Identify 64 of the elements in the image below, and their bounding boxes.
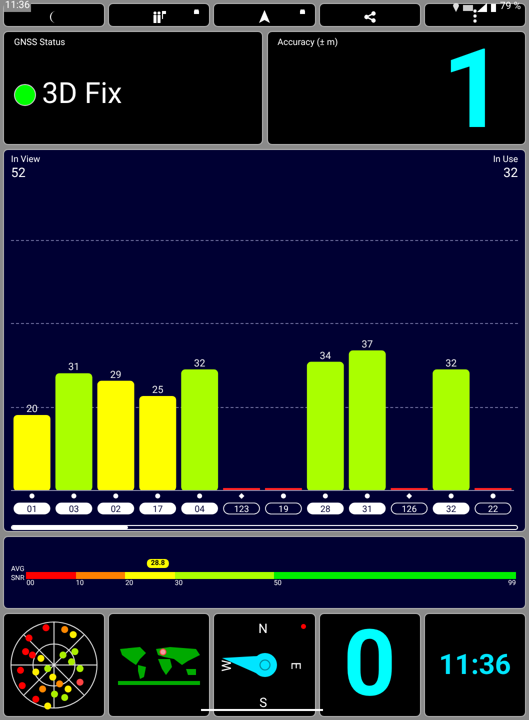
satellite-id: 22 <box>488 504 498 515</box>
clock-time: 11:36 <box>438 651 511 680</box>
toolbar-button[interactable] <box>108 3 210 27</box>
dot-marker <box>197 493 202 498</box>
satellite-id: 19 <box>278 504 289 515</box>
satellite-id: 04 <box>194 504 205 515</box>
signal-icon <box>462 2 487 12</box>
dot-marker <box>490 493 496 498</box>
accuracy-value: 1 <box>442 40 505 140</box>
dot-marker <box>71 493 76 498</box>
location-icon <box>452 2 459 12</box>
empty-bar <box>265 488 302 490</box>
dot-marker <box>155 493 160 498</box>
bar-value: 32 <box>446 358 457 369</box>
bar-value: 25 <box>152 384 164 396</box>
panel-title: Accuracy (± m) <box>278 36 339 50</box>
compass-north: N <box>258 621 268 640</box>
needle-icon <box>222 652 278 678</box>
satellite-id: 32 <box>446 504 456 515</box>
dot-marker <box>29 493 34 498</box>
diamond-marker <box>238 492 244 498</box>
satellite-id: 03 <box>68 504 79 515</box>
speed-value: 0 <box>343 619 396 712</box>
satellite-id: 126 <box>402 504 417 515</box>
satellite-id: 01 <box>26 504 38 515</box>
in-use-count: 32 <box>503 166 518 182</box>
bar-value: 34 <box>320 350 331 362</box>
toolbar-button[interactable] <box>318 3 421 27</box>
empty-bar <box>474 488 512 490</box>
in-use-label: In Use <box>493 154 518 166</box>
satellite-id: 17 <box>152 504 163 515</box>
panel-title: GNSS Status <box>14 36 66 50</box>
toolbar-button[interactable] <box>213 3 316 27</box>
compass-south: S <box>259 695 268 714</box>
dot-marker <box>113 493 118 498</box>
diamond-marker <box>406 492 412 498</box>
share-icon <box>364 10 376 23</box>
dot-marker <box>364 493 370 498</box>
dot-marker <box>280 493 286 498</box>
empty-bar <box>223 488 260 490</box>
fix-status: 3D Fix <box>42 80 122 110</box>
satellite-id: 31 <box>362 504 372 515</box>
toolbar-button[interactable] <box>424 3 526 27</box>
battery-percentage: 79 % <box>500 1 521 13</box>
in-view-label: In View <box>11 154 40 166</box>
bar-value: 31 <box>68 362 80 373</box>
bar-value: 32 <box>194 358 206 369</box>
navigation-arrow-icon <box>258 10 270 23</box>
in-view-count: 52 <box>11 166 27 182</box>
empty-bar <box>390 488 428 490</box>
dot-marker <box>322 493 328 498</box>
status-time: 11:36 <box>4 0 31 12</box>
bar-value: 29 <box>110 369 122 380</box>
satellite-id: 02 <box>110 504 121 515</box>
compass-east: E <box>286 662 304 670</box>
satellite-id: 28 <box>320 504 330 515</box>
compass-west: W <box>219 660 236 672</box>
bar-value: 37 <box>362 338 373 350</box>
dot-marker <box>448 493 454 498</box>
bar-value: 20 <box>26 404 38 415</box>
people-flag-icon <box>152 10 166 23</box>
more-icon <box>472 8 477 23</box>
satellite-id: 123 <box>234 504 250 515</box>
battery-icon <box>490 2 496 12</box>
